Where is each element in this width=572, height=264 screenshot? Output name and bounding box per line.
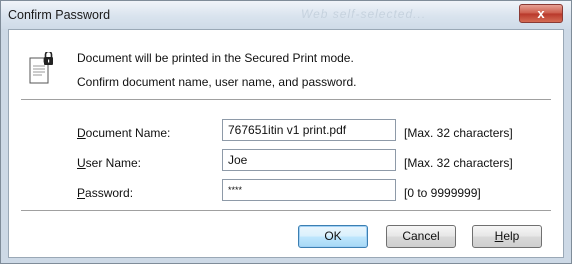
window-title: Confirm Password: [8, 8, 111, 22]
secured-document-lock-icon: [29, 52, 53, 84]
separator-top: [21, 99, 551, 101]
user-name-field[interactable]: [222, 149, 396, 171]
dialog-body: Document will be printed in the Secured …: [8, 29, 564, 258]
close-icon: x: [537, 6, 545, 21]
user-name-hint: [Max. 32 characters]: [404, 156, 513, 170]
separator-bottom: [21, 210, 551, 212]
close-button[interactable]: x: [519, 4, 563, 23]
dialog-window: Confirm Password Web self-selected... x …: [0, 0, 572, 264]
ok-button[interactable]: OK: [298, 225, 368, 248]
help-button[interactable]: Help: [472, 225, 542, 248]
password-accelerator: P: [77, 186, 86, 200]
password-field[interactable]: [222, 179, 396, 201]
user-name-label: User Name:: [77, 156, 141, 170]
document-name-label: Document Name:: [77, 126, 170, 140]
title-bar[interactable]: Confirm Password Web self-selected... x: [1, 1, 571, 29]
user-name-label-text: ser Name:: [85, 156, 142, 170]
background-ghost-text: Web self-selected...: [301, 7, 427, 21]
message-line-2: Confirm document name, user name, and pa…: [77, 75, 357, 89]
user-name-accelerator: U: [77, 156, 86, 170]
document-name-hint: [Max. 32 characters]: [404, 126, 513, 140]
message-line-1: Document will be printed in the Secured …: [77, 51, 354, 65]
help-button-label: elp: [503, 229, 520, 243]
cancel-button[interactable]: Cancel: [386, 225, 456, 248]
password-hint: [0 to 9999999]: [404, 186, 481, 200]
password-label-text: assword:: [85, 186, 134, 200]
document-name-label-text: ocument Name:: [85, 126, 171, 140]
document-name-accelerator: D: [77, 126, 86, 140]
password-label: Password:: [77, 186, 133, 200]
document-name-field[interactable]: [222, 119, 396, 141]
